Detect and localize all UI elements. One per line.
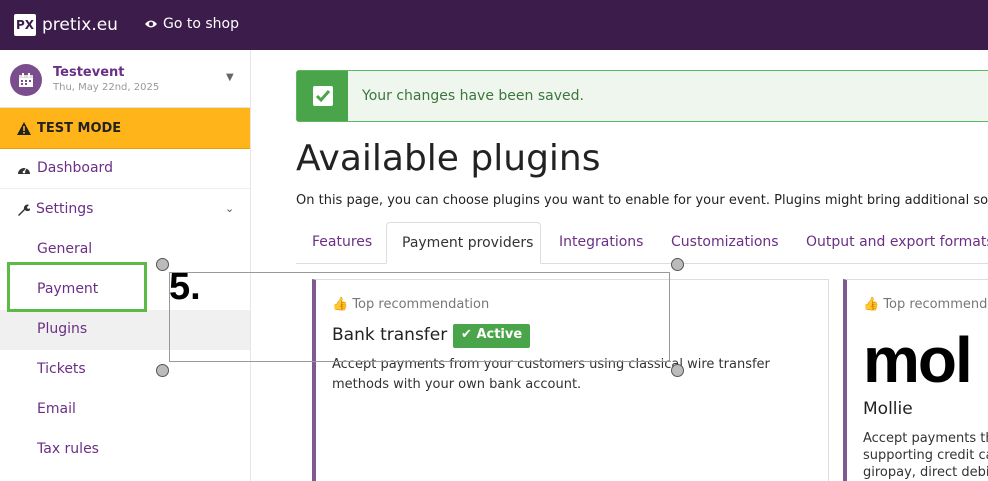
- selection-rectangle[interactable]: [169, 272, 670, 362]
- sidebar-item-label: Tickets: [37, 361, 86, 377]
- test-mode-banner[interactable]: TEST MODE: [0, 108, 250, 149]
- top-navbar: PX pretix.eu Go to shop: [0, 0, 988, 50]
- event-name: Testevent: [53, 65, 125, 80]
- sidebar-item-label: Dashboard: [37, 160, 113, 176]
- calendar-icon: [10, 64, 42, 96]
- wrench-icon: [18, 204, 30, 216]
- chevron-down-icon: ⌄: [225, 202, 235, 215]
- caret-down-icon: ▼: [226, 72, 234, 83]
- sidebar-item-tax-rules[interactable]: Tax rules: [0, 430, 250, 470]
- sidebar-item-label: Settings: [36, 201, 94, 217]
- page-title: Available plugins: [296, 138, 601, 179]
- alert-message: Your changes have been saved.: [362, 88, 584, 104]
- resize-handle[interactable]: [156, 258, 169, 271]
- go-to-shop-label: Go to shop: [163, 16, 239, 32]
- resize-handle[interactable]: [156, 364, 169, 377]
- plugin-title: Mollie: [863, 399, 913, 419]
- sidebar-item-email[interactable]: Email: [0, 390, 250, 430]
- highlight-box: [7, 262, 147, 312]
- logo-mark-icon: PX: [14, 14, 36, 36]
- test-mode-label: TEST MODE: [37, 121, 122, 136]
- warning-icon: [17, 122, 31, 135]
- tab-output-formats[interactable]: Output and export formats: [791, 222, 988, 264]
- sidebar-item-label: General: [37, 241, 93, 257]
- top-recommendation: 👍 Top recommenda: [863, 297, 988, 312]
- checkmark-icon: [297, 71, 348, 121]
- sidebar-item-label: Plugins: [37, 321, 88, 337]
- event-date: Thu, May 22nd, 2025: [53, 82, 160, 93]
- sidebar-item-label: Tax rules: [37, 441, 99, 457]
- tab-integrations[interactable]: Integrations: [544, 222, 658, 264]
- resize-handle[interactable]: [671, 364, 684, 377]
- tab-payment-providers[interactable]: Payment providers: [386, 222, 541, 264]
- thumbs-up-icon: 👍: [863, 297, 880, 312]
- plugin-description-line: giropay, direct debi: [863, 465, 988, 480]
- go-to-shop-link[interactable]: Go to shop: [144, 16, 239, 32]
- sidebar-item-settings[interactable]: Settings ⌄: [0, 190, 250, 230]
- event-switcher[interactable]: Testevent Thu, May 22nd, 2025 ▼: [0, 50, 250, 108]
- success-alert: Your changes have been saved.: [296, 70, 988, 122]
- tab-features[interactable]: Features: [297, 222, 387, 264]
- sidebar-item-dashboard[interactable]: Dashboard: [0, 149, 250, 189]
- page-description: On this page, you can choose plugins you…: [296, 193, 988, 208]
- step-number-label: 5.: [169, 266, 201, 308]
- dashboard-icon: [18, 167, 30, 174]
- sidebar-item-label: Email: [37, 401, 76, 417]
- recommendation-label: Top recommenda: [883, 297, 988, 312]
- pretix-logo[interactable]: PX pretix.eu: [14, 14, 118, 36]
- mollie-logo: mol: [863, 324, 973, 396]
- plugin-card-mollie[interactable]: 👍 Top recommenda mol Mollie Accept payme…: [843, 279, 988, 481]
- logo-text: pretix.eu: [42, 15, 118, 35]
- eye-icon: [145, 20, 157, 28]
- resize-handle[interactable]: [671, 258, 684, 271]
